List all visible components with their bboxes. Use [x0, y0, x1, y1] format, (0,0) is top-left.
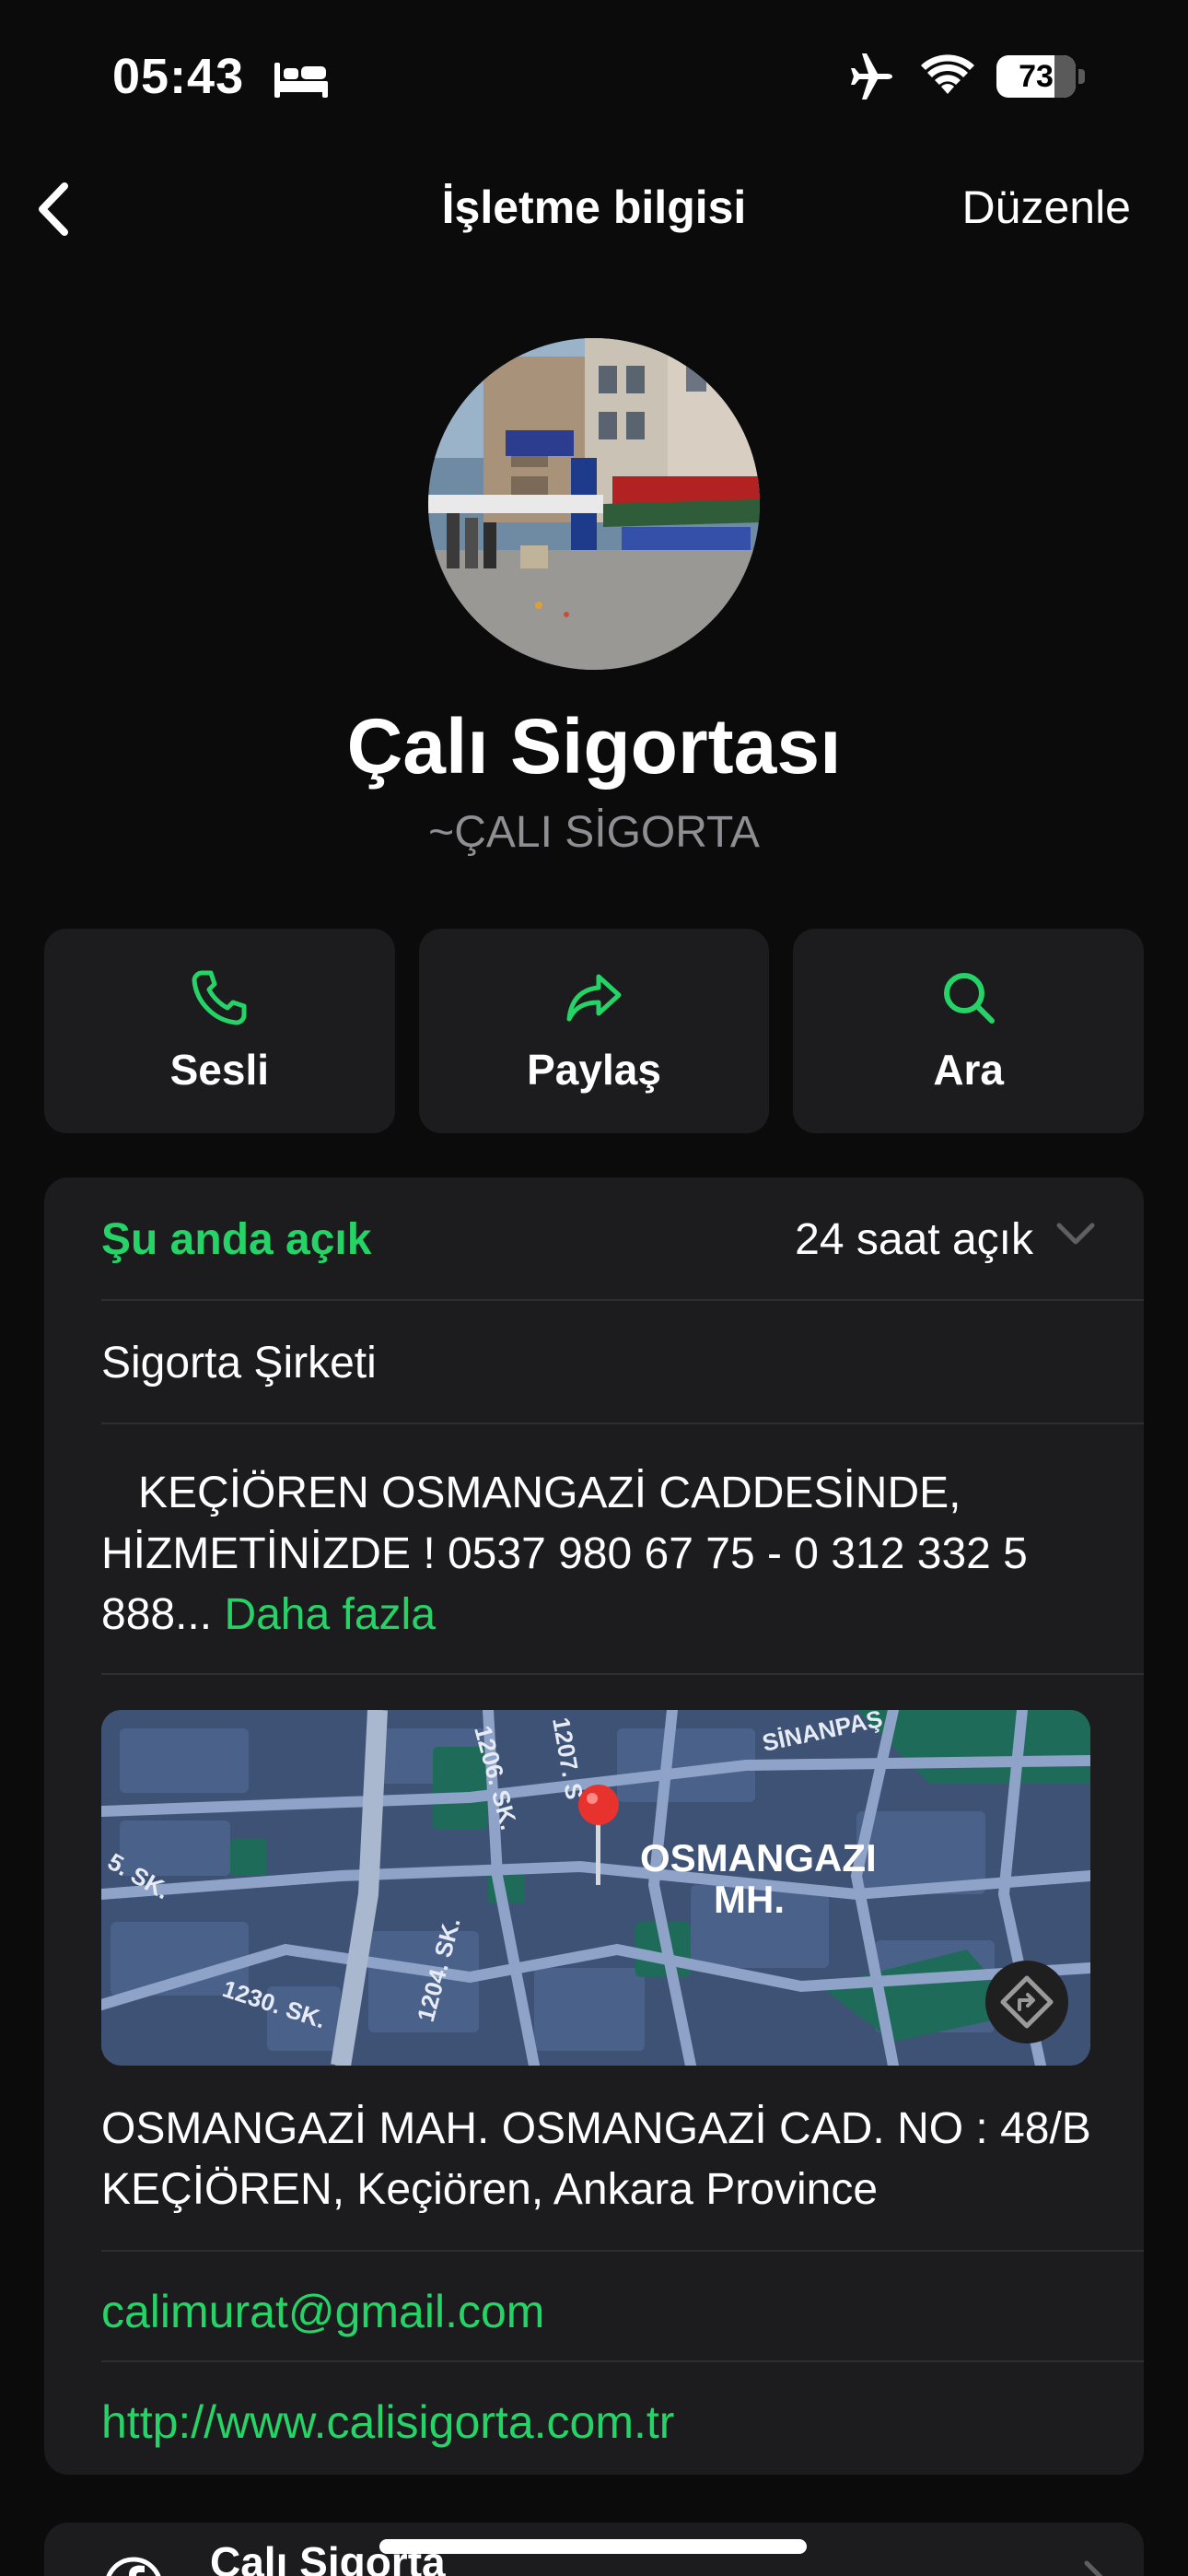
category-row: Sigorta Şirketi	[101, 1301, 1144, 1424]
email-link[interactable]: calimurat@gmail.com	[101, 2285, 544, 2338]
chevron-right-icon	[1084, 2560, 1103, 2576]
business-info-card: Şu anda açık 24 saat açık Sigorta Şirket…	[44, 1177, 1144, 2475]
business-avatar[interactable]	[428, 338, 760, 670]
voice-call-label: Sesli	[169, 1046, 270, 1094]
map-area-label-1: OSMANGAZI	[640, 1836, 877, 1879]
directions-icon	[1000, 1975, 1054, 2029]
hours-text: 24 saat açık	[795, 1215, 1033, 1264]
share-label: Paylaş	[527, 1046, 661, 1094]
chevron-down-icon[interactable]	[1055, 1220, 1096, 1247]
facebook-icon	[106, 2557, 161, 2576]
business-description: KEÇİÖREN OSMANGAZİ CADDESİNDE, HİZMETİNİ…	[101, 1463, 1096, 1645]
airplane-mode-icon	[851, 53, 892, 100]
wifi-icon	[921, 54, 974, 94]
share-button[interactable]: Paylaş	[418, 929, 770, 1133]
map-area-label-2: MH.	[714, 1878, 785, 1921]
status-indicators: 73	[845, 53, 1085, 100]
business-info-screen: 05:43 73 İşletme bilgisi Düzenle Çalı Si…	[0, 0, 1188, 2576]
website-row[interactable]: http://www.calisigorta.com.tr	[101, 2362, 1144, 2475]
home-indicator[interactable]	[379, 2539, 807, 2554]
storefront-photo	[428, 338, 760, 670]
email-row[interactable]: calimurat@gmail.com	[101, 2250, 1144, 2362]
read-more-link[interactable]: Daha fazla	[224, 1590, 435, 1639]
battery-icon: 73	[996, 53, 1085, 100]
action-buttons: Sesli Paylaş Ara	[44, 929, 1145, 1133]
phone-icon	[192, 970, 247, 1025]
location-map[interactable]: OSMANGAZI MH. 1206. SK. 1207. S SİNANPAŞ…	[101, 1710, 1090, 2066]
search-button[interactable]: Ara	[793, 929, 1145, 1133]
business-name: Çalı Sigortası	[346, 703, 842, 790]
sleep-focus-icon	[274, 63, 328, 98]
business-category: Sigorta Şirketi	[101, 1339, 377, 1388]
description-row: KEÇİÖREN OSMANGAZİ CADDESİNDE, HİZMETİNİ…	[101, 1424, 1144, 1675]
share-icon	[566, 974, 622, 1022]
battery-percentage: 73	[1019, 59, 1054, 94]
voice-call-button[interactable]: Sesli	[44, 929, 395, 1133]
directions-button[interactable]	[985, 1961, 1068, 2043]
open-status: Şu anda açık	[101, 1215, 372, 1264]
business-alias: ~ÇALI SİGORTA	[428, 808, 760, 857]
business-hours-row[interactable]: Şu anda açık 24 saat açık	[101, 1177, 1144, 1301]
website-link[interactable]: http://www.calisigorta.com.tr	[101, 2395, 674, 2449]
status-bar: 05:43 73	[0, 0, 1188, 157]
search-icon	[943, 973, 995, 1024]
edit-button[interactable]: Düzenle	[962, 181, 1131, 234]
map-image: OSMANGAZI MH. 1206. SK. 1207. S SİNANPAŞ…	[101, 1710, 1090, 2066]
business-address[interactable]: OSMANGAZİ MAH. OSMANGAZİ CAD. NO : 48/B …	[101, 2099, 1114, 2220]
search-label: Ara	[933, 1046, 1005, 1094]
status-time: 05:43	[112, 49, 245, 104]
